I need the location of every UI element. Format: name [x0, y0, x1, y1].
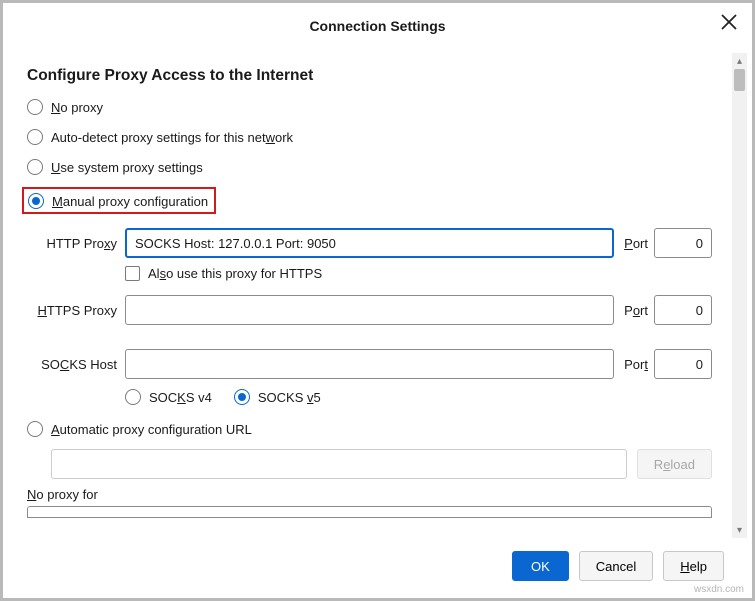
checkbox-icon [125, 266, 140, 281]
radio-icon[interactable] [28, 193, 44, 209]
radio-auto-config-url[interactable]: Automatic proxy configuration URL [27, 419, 712, 439]
dialog-title: Connection Settings [309, 18, 445, 34]
socks-host-label: SOCKS Host [27, 357, 125, 372]
http-proxy-row: HTTP Proxy Port [27, 228, 712, 258]
radio-label[interactable]: Manual proxy configuration [52, 194, 208, 209]
https-proxy-input[interactable] [125, 295, 614, 325]
radio-icon [234, 389, 250, 405]
radio-label: No proxy [51, 100, 103, 115]
radio-icon [27, 159, 43, 175]
socks-host-row: SOCKS Host Port [27, 349, 712, 379]
pac-url-input[interactable] [51, 449, 627, 479]
http-proxy-label: HTTP Proxy [27, 236, 125, 251]
checkbox-label: Also use this proxy for HTTPS [148, 266, 322, 281]
dialog-body: Configure Proxy Access to the Internet N… [11, 53, 730, 538]
https-port-label: Port [624, 303, 648, 318]
radio-no-proxy[interactable]: No proxy [27, 97, 712, 117]
socks-port-input[interactable] [654, 349, 712, 379]
socks-port-label: Port [624, 357, 648, 372]
scroll-up-arrow-icon[interactable]: ▴ [732, 53, 747, 69]
radio-label: SOCKS v4 [149, 390, 212, 405]
http-port-input[interactable] [654, 228, 712, 258]
https-proxy-label: HTTPS Proxy [27, 303, 125, 318]
socks-host-input[interactable] [125, 349, 614, 379]
highlight-box: Manual proxy configuration [22, 187, 216, 214]
section-heading: Configure Proxy Access to the Internet [27, 67, 712, 85]
help-button[interactable]: Help [663, 551, 724, 581]
radio-icon [27, 99, 43, 115]
radio-icon [125, 389, 141, 405]
radio-icon [27, 129, 43, 145]
no-proxy-for-label: No proxy for [27, 487, 712, 502]
radio-label: Automatic proxy configuration URL [51, 422, 252, 437]
watermark: wsxdn.com [694, 584, 744, 595]
scroll-down-arrow-icon[interactable]: ▾ [732, 522, 747, 538]
radio-label: SOCKS v5 [258, 390, 321, 405]
socks-version-row: SOCKS v4 SOCKS v5 [125, 387, 712, 407]
ok-button[interactable]: OK [512, 551, 569, 581]
https-port-input[interactable] [654, 295, 712, 325]
http-port-label: Port [624, 236, 648, 251]
https-proxy-row: HTTPS Proxy Port [27, 295, 712, 325]
cancel-button[interactable]: Cancel [579, 551, 653, 581]
no-proxy-for-input[interactable] [27, 506, 712, 518]
also-https-checkbox[interactable]: Also use this proxy for HTTPS [125, 266, 712, 281]
dialog-header: Connection Settings [3, 3, 752, 49]
scrollbar-thumb[interactable] [734, 69, 745, 91]
pac-url-row: Reload [51, 449, 712, 479]
radio-auto-detect[interactable]: Auto-detect proxy settings for this netw… [27, 127, 712, 147]
radio-label: Auto-detect proxy settings for this netw… [51, 130, 293, 145]
radio-socks-v5[interactable]: SOCKS v5 [234, 387, 321, 407]
radio-label: Use system proxy settings [51, 160, 203, 175]
radio-icon [27, 421, 43, 437]
radio-socks-v4[interactable]: SOCKS v4 [125, 387, 212, 407]
radio-system-proxy[interactable]: Use system proxy settings [27, 157, 712, 177]
dialog-button-bar: OK Cancel Help [11, 542, 730, 590]
close-icon[interactable] [720, 13, 738, 31]
reload-button[interactable]: Reload [637, 449, 712, 479]
scrollbar-track[interactable]: ▴ ▾ [732, 53, 747, 538]
http-proxy-input[interactable] [125, 228, 614, 258]
